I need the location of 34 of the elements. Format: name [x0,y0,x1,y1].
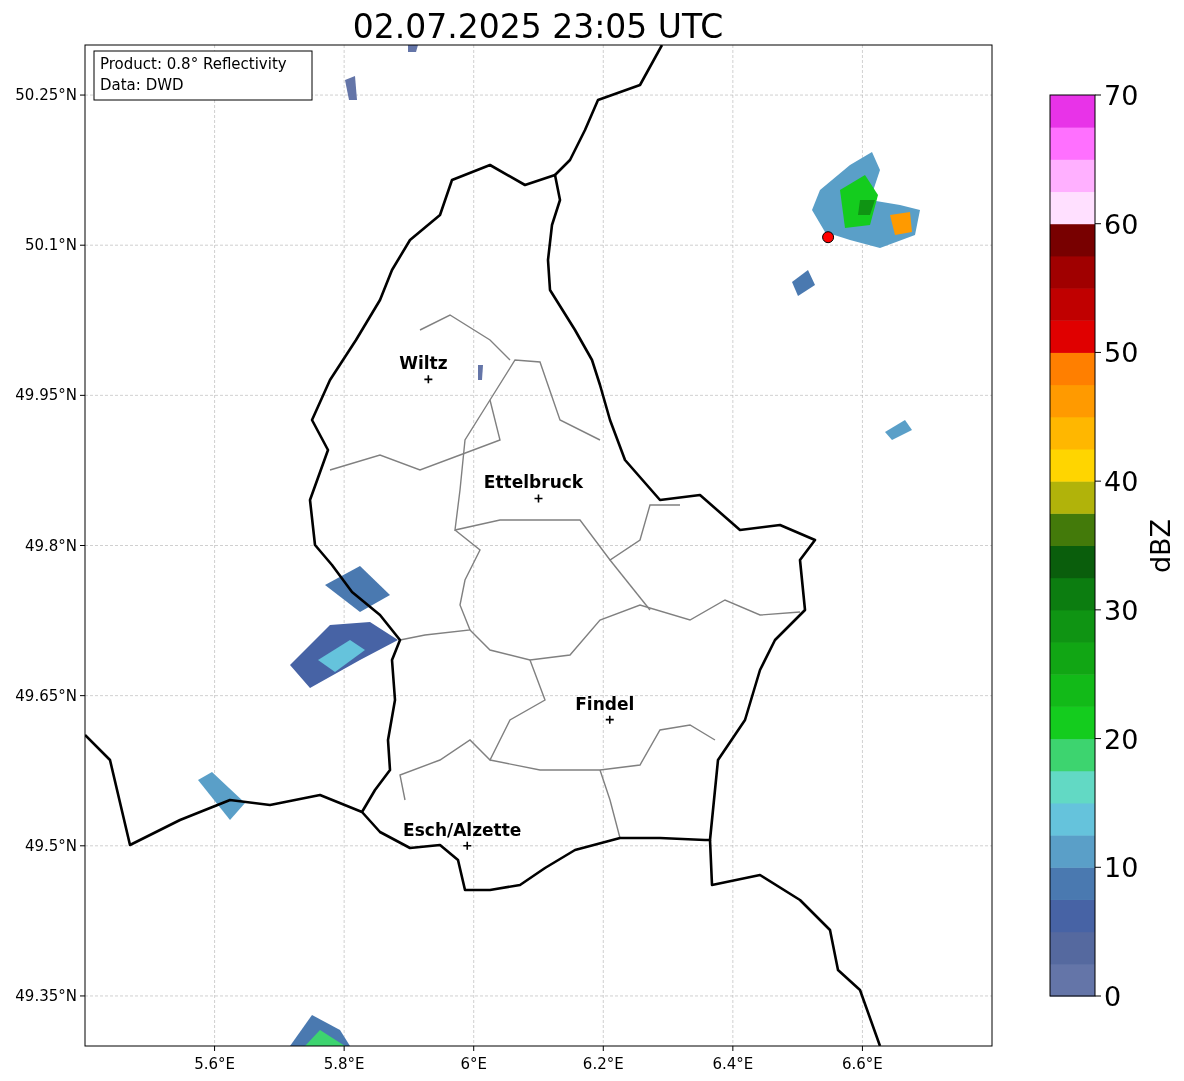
longitude-tick-label: 6.4°E [712,1055,754,1073]
latitude-tick-label: 50.1°N [24,236,77,255]
city-label: Ettelbruck [483,472,584,493]
longitude-tick-label: 6°E [460,1055,487,1073]
latitude-tick-label: 49.65°N [15,686,77,705]
colorbar-tick-label: 0 [1104,981,1122,1012]
info-text: Data: DWD [100,76,184,94]
city-label: Esch/Alzette [403,819,522,840]
city-marker-icon [533,493,544,504]
longitude-tick-label: 5.6°E [194,1055,235,1073]
chart-title: 02.07.2025 23:05 UTC [352,7,724,46]
latitude-tick-label: 49.8°N [24,536,77,555]
colorbar-tick-label: 70 [1104,80,1139,111]
colorbar-tick-label: 20 [1104,723,1139,755]
latitude-tick-label: 50.25°N [15,86,77,105]
city-label: Wiltz [399,353,448,374]
latitude-tick-label: 49.95°N [15,386,77,405]
longitude-tick-label: 6.6°E [842,1055,883,1073]
colorbar-tick-label: 40 [1104,466,1139,498]
city-marker-icon [462,841,473,851]
longitude-tick-label: 5.8°E [323,1055,365,1073]
latitude-tick-label: 49.35°N [15,986,77,1005]
city-marker-icon [604,714,615,725]
latitude-tick-label: 49.5°N [24,836,77,855]
city-marker-icon [423,374,434,385]
colorbar-tick-label: 30 [1104,594,1139,626]
colorbar-tick-label: 50 [1104,337,1139,369]
colorbar-label: dBZ [1145,518,1176,574]
colorbar-tick-label: 60 [1104,208,1139,240]
colorbar-tick-label: 10 [1104,852,1139,884]
longitude-tick-label: 6.2°E [582,1055,624,1073]
radar-site-marker [822,231,835,244]
city-label: Findel [575,693,635,714]
info-text: Product: 0.8° Reflectivity [100,55,287,73]
